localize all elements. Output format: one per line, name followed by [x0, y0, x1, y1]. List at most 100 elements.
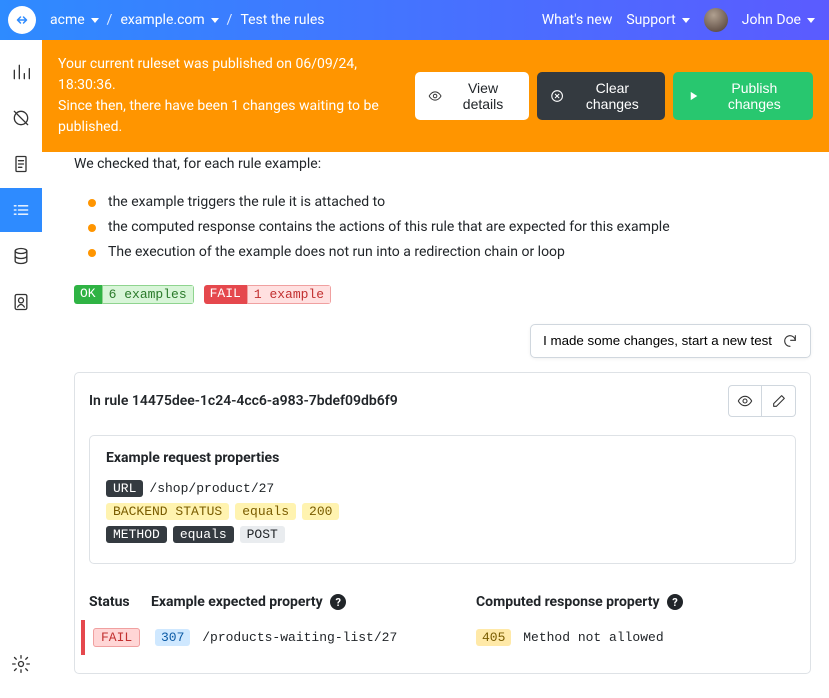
summary-pills: OK 6 examples FAIL 1 example [74, 285, 811, 304]
support-label: Support [626, 12, 675, 28]
fail-count: 1 example [247, 285, 331, 304]
banner-text: Your current ruleset was published on 06… [58, 54, 415, 138]
backend-value: 200 [302, 503, 339, 520]
col-computed-label: Computed response property [476, 594, 660, 610]
clear-changes-label: Clear changes [572, 80, 652, 112]
crumb-page-label: Test the rules [240, 12, 324, 28]
help-icon[interactable]: ? [667, 594, 683, 610]
cell-status: FAIL [93, 630, 155, 645]
expected-path: /products-waiting-list/27 [202, 630, 397, 645]
prop-backend-row: BACKEND STATUS equals 200 [106, 503, 779, 520]
sidebar-item-docs[interactable] [0, 142, 42, 186]
crumb-domain[interactable]: example.com [120, 12, 218, 28]
result-row: FAIL 307 /products-waiting-list/27 405 M… [81, 620, 796, 655]
banner-line2: Since then, there have been 1 changes wa… [58, 96, 415, 138]
bullet-text: the example triggers the rule it is atta… [108, 192, 385, 213]
caret-down-icon [211, 18, 219, 23]
bullet-item: the computed response contains the actio… [74, 215, 811, 240]
pending-changes-banner: Your current ruleset was published on 06… [42, 40, 829, 152]
play-icon [686, 88, 700, 104]
bullet-dot-icon [88, 224, 96, 232]
bullet-dot-icon [88, 199, 96, 207]
publish-changes-button[interactable]: Publish changes [673, 72, 813, 120]
result-table: Status Example expected property ? Compu… [75, 578, 810, 674]
clear-changes-button[interactable]: Clear changes [537, 72, 665, 120]
sidebar-item-targets[interactable] [0, 96, 42, 140]
ok-count: 6 examples [102, 285, 194, 304]
rule-header: In rule 14475dee-1c24-4cc6-a983-7bdef09d… [75, 373, 810, 429]
view-details-button[interactable]: View details [415, 72, 529, 120]
banner-actions: View details Clear changes Publish chang… [415, 72, 813, 120]
fail-badge: FAIL [93, 628, 140, 647]
avatar[interactable] [704, 8, 728, 32]
view-rule-button[interactable] [728, 385, 762, 417]
crumb-domain-label: example.com [120, 12, 204, 28]
url-label: URL [106, 480, 143, 497]
close-circle-icon [550, 88, 564, 104]
caret-down-icon [682, 18, 690, 23]
rule-id: 14475dee-1c24-4cc6-a983-7bdef09db6f9 [132, 393, 398, 409]
computed-status-code: 405 [476, 629, 511, 646]
new-test-wrap: I made some changes, start a new test [74, 324, 811, 358]
col-expected-header: Example expected property ? [151, 594, 476, 611]
edit-icon [771, 393, 787, 409]
intro-checked: We checked that, for each rule example: [74, 154, 811, 174]
sidebar-item-analytics[interactable] [0, 50, 42, 94]
edit-rule-button[interactable] [762, 385, 796, 417]
fail-pill: FAIL 1 example [204, 285, 331, 304]
database-icon [11, 246, 31, 266]
crumb-separator: / [227, 12, 233, 28]
app-logo[interactable] [8, 6, 36, 34]
rule-card: In rule 14475dee-1c24-4cc6-a983-7bdef09d… [74, 372, 811, 675]
caret-down-icon [807, 18, 815, 23]
crumb-org[interactable]: acme [50, 12, 99, 28]
col-computed-header: Computed response property ? [476, 594, 796, 611]
col-expected-label: Example expected property [151, 594, 323, 610]
crumb-page: Test the rules [240, 12, 324, 28]
example-request-properties: Example request properties URL /shop/pro… [89, 435, 796, 564]
whats-new-link[interactable]: What's new [542, 12, 613, 28]
sidebar-item-settings[interactable] [0, 642, 42, 686]
sidebar [0, 40, 42, 698]
refresh-icon [782, 333, 798, 349]
sidebar-item-users[interactable] [0, 280, 42, 324]
rule-header-actions [728, 385, 796, 417]
target-icon [11, 108, 31, 128]
col-status-header: Status [89, 594, 151, 611]
ok-pill: OK 6 examples [74, 285, 194, 304]
method-op: equals [173, 526, 234, 543]
ok-label: OK [74, 285, 102, 304]
props-title: Example request properties [106, 450, 779, 466]
crumb-org-label: acme [50, 12, 85, 28]
sidebar-item-rules[interactable] [0, 188, 42, 232]
view-details-label: View details [450, 80, 516, 112]
crumb-separator: / [107, 12, 113, 28]
computed-message: Method not allowed [523, 630, 663, 645]
main-content: We have tested all the examples that are… [42, 111, 829, 698]
bullet-dot-icon [88, 249, 96, 257]
fail-label: FAIL [204, 285, 247, 304]
bullet-text: the computed response contains the actio… [108, 217, 670, 238]
intro-bullets: the example triggers the rule it is atta… [74, 190, 811, 265]
publish-changes-label: Publish changes [709, 80, 800, 112]
eye-icon [428, 88, 442, 104]
start-new-test-button[interactable]: I made some changes, start a new test [530, 324, 811, 358]
backend-op: equals [235, 503, 296, 520]
user-badge-icon [11, 292, 31, 312]
expected-status-code: 307 [155, 629, 190, 646]
breadcrumb: acme / example.com / Test the rules [50, 12, 325, 28]
eye-icon [737, 393, 753, 409]
prop-method-row: METHOD equals POST [106, 526, 779, 543]
support-menu[interactable]: Support [626, 12, 689, 28]
sidebar-item-database[interactable] [0, 234, 42, 278]
topbar: acme / example.com / Test the rules What… [0, 0, 829, 40]
result-header-row: Status Example expected property ? Compu… [89, 586, 796, 621]
help-icon[interactable]: ? [330, 594, 346, 610]
rule-title-prefix: In rule [89, 393, 132, 409]
bar-chart-icon [11, 62, 31, 82]
cell-expected: 307 /products-waiting-list/27 [155, 630, 476, 645]
user-name: John Doe [742, 12, 801, 28]
user-menu[interactable]: John Doe [742, 12, 815, 28]
start-new-test-label: I made some changes, start a new test [543, 333, 772, 348]
bullet-item: The execution of the example does not ru… [74, 240, 811, 265]
